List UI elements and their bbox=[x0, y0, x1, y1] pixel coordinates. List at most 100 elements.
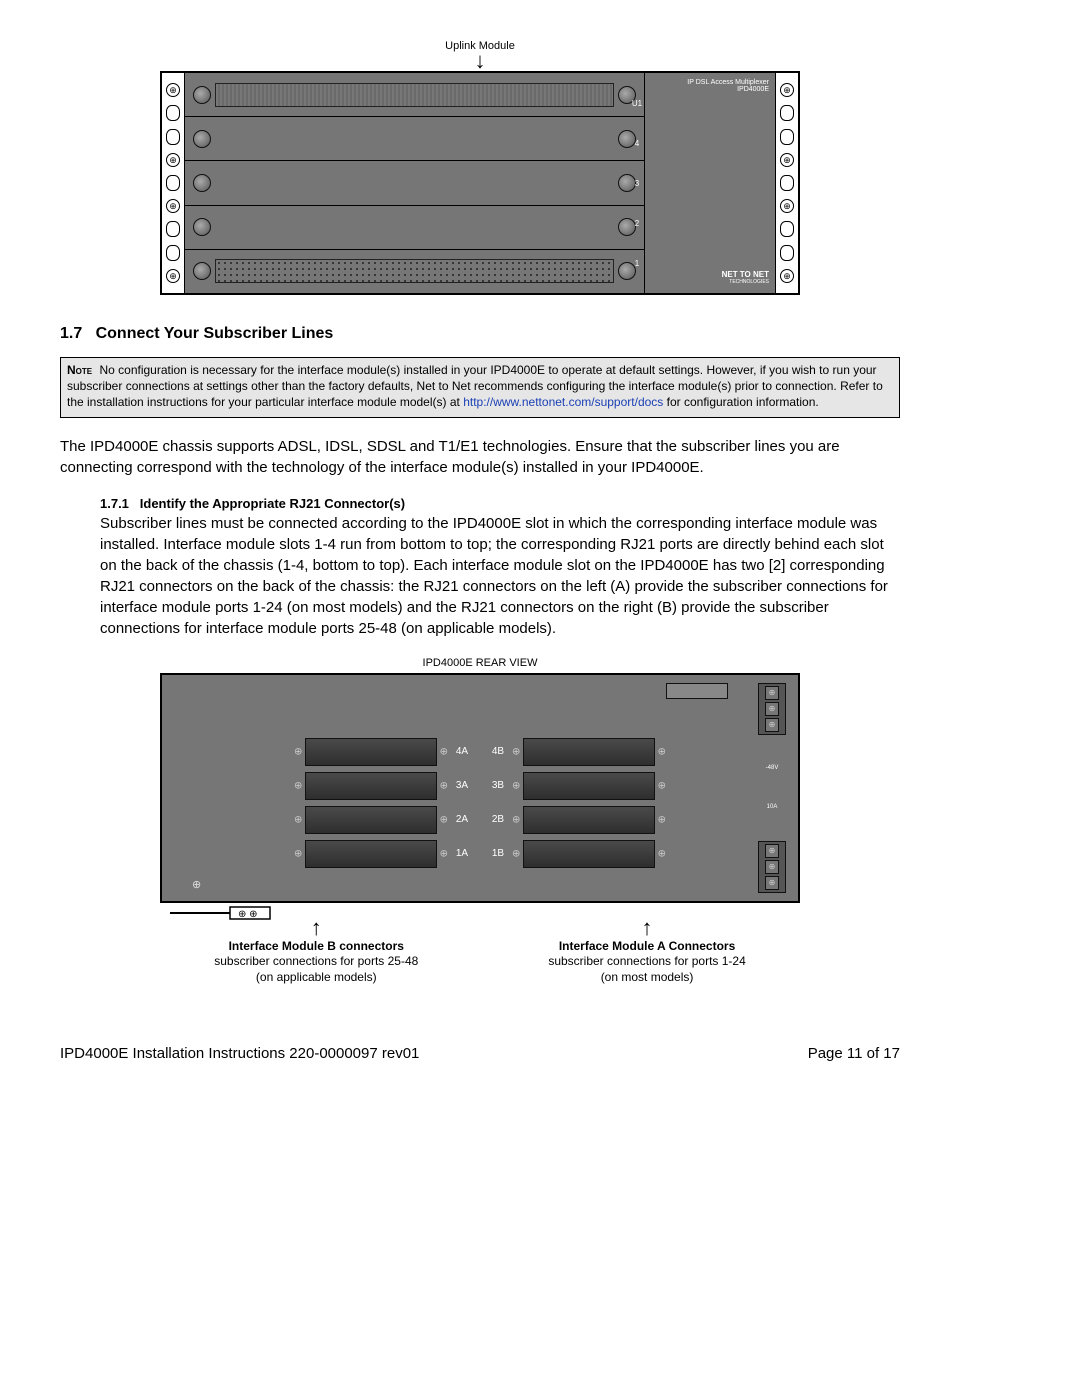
slot-label: 2 bbox=[631, 219, 643, 228]
power-terminal-top: ⊕ ⊕ ⊕ bbox=[758, 683, 786, 735]
thumbscrew-icon bbox=[193, 218, 211, 236]
power-voltage-label: -48V bbox=[766, 765, 779, 771]
thumbscrew-icon bbox=[193, 174, 211, 192]
slot-icon bbox=[780, 175, 794, 191]
chassis-right-panel: U1 4 3 2 1 IP DSL Access Multiplexer IPD… bbox=[645, 73, 775, 293]
slot-icon bbox=[166, 175, 180, 191]
interface-slot-1 bbox=[185, 250, 644, 293]
terminal-icon: ⊕ bbox=[765, 844, 779, 858]
uplink-slot bbox=[185, 73, 644, 117]
brand-logo-line1: NET TO NET bbox=[651, 270, 769, 279]
screw-icon: ⊕ bbox=[780, 199, 794, 213]
subsection-block: 1.7.1 Identify the Appropriate RJ21 Conn… bbox=[100, 496, 900, 639]
note-text-after: for configuration information. bbox=[667, 395, 819, 409]
terminal-icon: ⊕ bbox=[765, 860, 779, 874]
screw-icon: ⊕ bbox=[780, 153, 794, 167]
callout-a-line2: (on most models) bbox=[548, 970, 745, 986]
svg-text:⊕ ⊕: ⊕ ⊕ bbox=[238, 909, 258, 920]
rj21-label: 3A bbox=[451, 780, 473, 791]
slot-icon bbox=[780, 221, 794, 237]
terminal-icon: ⊕ bbox=[765, 702, 779, 716]
rj21-row-3: 3A 3B bbox=[305, 772, 655, 800]
rj21-label: 4A bbox=[451, 746, 473, 757]
slot-icon bbox=[780, 245, 794, 261]
subsection-body: Subscriber lines must be connected accor… bbox=[100, 513, 900, 639]
thumbscrew-icon bbox=[193, 262, 211, 280]
brand-logo: NET TO NET TECHNOLOGIES bbox=[651, 270, 769, 285]
slot-icon bbox=[166, 129, 180, 145]
figure-rear-chassis: IPD4000E REAR VIEW ⊕ ⊕ ⊕ -48V 10A ⊕ ⊕ ⊕ … bbox=[160, 657, 800, 986]
callout-b-line2: (on applicable models) bbox=[214, 970, 418, 986]
rj21-label: 2B bbox=[487, 814, 509, 825]
rj21-connector-1a bbox=[305, 840, 437, 868]
footer-doc-id: IPD4000E Installation Instructions 220-0… bbox=[60, 1045, 419, 1062]
callout-b-line1: subscriber connections for ports 25-48 bbox=[214, 954, 418, 970]
screw-icon: ⊕ bbox=[166, 199, 180, 213]
rj21-connector-4a bbox=[305, 738, 437, 766]
power-terminal-bottom: ⊕ ⊕ ⊕ bbox=[758, 841, 786, 893]
rj21-connector-2b bbox=[523, 806, 655, 834]
callout-b-title: Interface Module B connectors bbox=[214, 939, 418, 955]
note-box: Note No configuration is necessary for t… bbox=[60, 357, 900, 418]
callout-a-connectors: ↑ Interface Module A Connectors subscrib… bbox=[548, 921, 745, 986]
rj21-label: 4B bbox=[487, 746, 509, 757]
left-mount-strip: ⊕ ⊕ ⊕ ⊕ bbox=[162, 73, 185, 293]
note-link[interactable]: http://www.nettonet.com/support/docs bbox=[463, 395, 663, 409]
subsection-title: Identify the Appropriate RJ21 Connector(… bbox=[140, 496, 405, 511]
rj21-connector-1b bbox=[523, 840, 655, 868]
rj21-row-4: 4A 4B bbox=[305, 738, 655, 766]
slot-label: 1 bbox=[631, 259, 643, 268]
arrow-up-icon: ↑ bbox=[214, 921, 418, 935]
screw-icon: ⊕ bbox=[166, 153, 180, 167]
callout-a-title: Interface Module A Connectors bbox=[548, 939, 745, 955]
module-stack bbox=[185, 73, 645, 293]
rear-callouts: ↑ Interface Module B connectors subscrib… bbox=[160, 921, 800, 986]
interface-slot-2 bbox=[185, 206, 644, 250]
section-heading: 1.7 Connect Your Subscriber Lines bbox=[60, 325, 900, 343]
interface-slot-3 bbox=[185, 161, 644, 205]
arrow-down-icon: ↓ bbox=[160, 54, 800, 68]
section-title: Connect Your Subscriber Lines bbox=[96, 325, 334, 342]
rj21-connector-3b bbox=[523, 772, 655, 800]
rj21-label: 3B bbox=[487, 780, 509, 791]
subsection-heading: 1.7.1 Identify the Appropriate RJ21 Conn… bbox=[100, 496, 900, 511]
callout-b-connectors: ↑ Interface Module B connectors subscrib… bbox=[214, 921, 418, 986]
slot-label: U1 bbox=[631, 99, 643, 108]
screw-icon: ⊕ bbox=[166, 83, 180, 97]
ground-screw-icon: ⊕ bbox=[192, 878, 201, 891]
thumbscrew-icon bbox=[193, 86, 211, 104]
slot-icon bbox=[780, 129, 794, 145]
rj21-label: 2A bbox=[451, 814, 473, 825]
ground-wire-icon: ⊕ ⊕ bbox=[160, 903, 810, 923]
terminal-icon: ⊕ bbox=[765, 686, 779, 700]
uplink-panel bbox=[215, 83, 614, 107]
slot-icon bbox=[780, 105, 794, 121]
screw-icon: ⊕ bbox=[166, 269, 180, 283]
rj21-label: 1A bbox=[451, 848, 473, 859]
product-label-line1: IP DSL Access Multiplexer bbox=[651, 79, 769, 86]
port-panel bbox=[215, 259, 614, 283]
slot-icon bbox=[166, 105, 180, 121]
slot-label: 3 bbox=[631, 179, 643, 188]
screw-icon: ⊕ bbox=[780, 83, 794, 97]
rear-uplink-connector bbox=[666, 683, 728, 699]
slot-label: 4 bbox=[631, 139, 643, 148]
subsection-number: 1.7.1 bbox=[100, 496, 129, 511]
rj21-connector-4b bbox=[523, 738, 655, 766]
rj21-label: 1B bbox=[487, 848, 509, 859]
body-paragraph: The IPD4000E chassis supports ADSL, IDSL… bbox=[60, 436, 900, 478]
screw-icon: ⊕ bbox=[780, 269, 794, 283]
page-footer: IPD4000E Installation Instructions 220-0… bbox=[60, 1045, 900, 1062]
slot-number-column: U1 4 3 2 1 bbox=[631, 83, 643, 283]
rear-power-column: ⊕ ⊕ ⊕ -48V 10A ⊕ ⊕ ⊕ bbox=[754, 683, 790, 893]
brand-logo-line2: TECHNOLOGIES bbox=[651, 279, 769, 285]
footer-page-number: Page 11 of 17 bbox=[808, 1045, 900, 1062]
power-current-label: 10A bbox=[767, 804, 778, 810]
product-label-line2: IPD4000E bbox=[651, 86, 769, 93]
section-number: 1.7 bbox=[60, 325, 82, 342]
interface-slot-4 bbox=[185, 117, 644, 161]
figure-front-chassis: Uplink Module ↓ ⊕ ⊕ ⊕ ⊕ bbox=[160, 40, 800, 295]
rj21-row-2: 2A 2B bbox=[305, 806, 655, 834]
arrow-up-icon: ↑ bbox=[548, 921, 745, 935]
slot-icon bbox=[166, 245, 180, 261]
